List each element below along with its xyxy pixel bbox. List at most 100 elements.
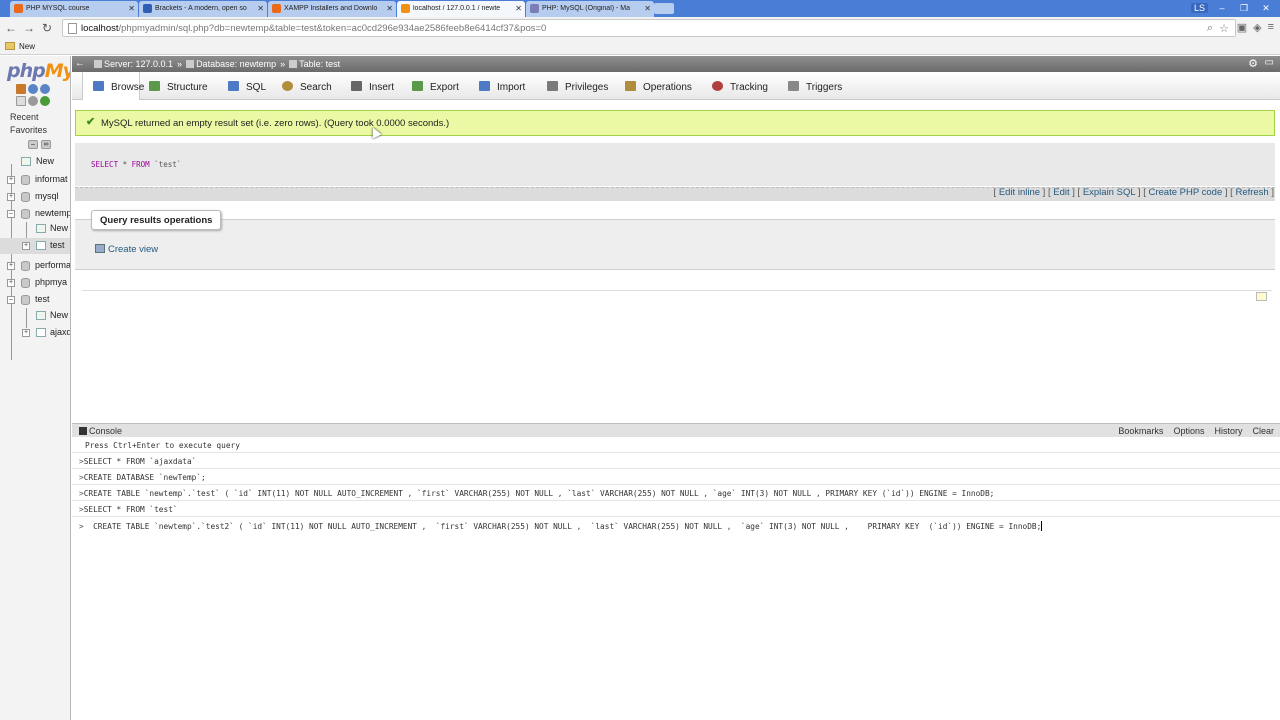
console-input-text[interactable]: CREATE TABLE `newtemp`.`test2` ( `id` IN… (84, 522, 1041, 531)
recent-tables-link[interactable]: Recent (10, 112, 39, 122)
tree-item-newtemp[interactable]: – newtemp (0, 206, 70, 222)
console-options-button[interactable]: Options (1173, 426, 1204, 436)
restore-icon[interactable]: ❐ (1236, 3, 1252, 14)
edit-inline-link[interactable]: Edit inline (999, 187, 1040, 198)
close-tab-icon[interactable]: ✕ (386, 4, 393, 13)
create-view-label: Create view (108, 244, 159, 255)
breadcrumb-table[interactable]: Table: test (289, 59, 340, 69)
forward-arrow-icon[interactable]: → (22, 21, 36, 35)
fullscreen-icon[interactable]: ▭ (1265, 57, 1274, 68)
expand-icon[interactable]: + (7, 193, 15, 201)
bracket: ] [ (1137, 187, 1146, 198)
collapse-all-icon[interactable]: – (28, 140, 38, 149)
breadcrumb-server[interactable]: Server: 127.0.0.1 (94, 59, 173, 69)
docs-icon[interactable] (16, 96, 26, 106)
expand-icon[interactable]: + (7, 279, 15, 287)
gear-icon[interactable]: ⚙ (1248, 57, 1258, 70)
console-bar[interactable]: Console Bookmarks Options History Clear (72, 423, 1280, 437)
expand-icon[interactable]: + (7, 176, 15, 184)
expand-icon[interactable]: + (22, 242, 30, 250)
console-input-line[interactable]: > CREATE TABLE `newtemp`.`test2` ( `id` … (72, 517, 1280, 533)
profile-button[interactable]: LS (1190, 3, 1208, 13)
tab-operations[interactable]: Operations (625, 72, 705, 100)
close-tab-icon[interactable]: ✕ (515, 4, 522, 13)
collapse-icon[interactable]: – (7, 296, 15, 304)
tab-triggers[interactable]: Triggers (788, 72, 858, 100)
checkmark-icon: ✔ (86, 116, 96, 128)
reload-nav-icon[interactable] (40, 96, 50, 106)
logout-icon[interactable] (28, 84, 38, 94)
minimize-icon[interactable]: – (1214, 3, 1230, 13)
breadcrumb-database[interactable]: Database: newtemp (186, 59, 276, 69)
tab-search[interactable]: Search (282, 72, 342, 100)
tab-export[interactable]: Export (412, 72, 472, 100)
console-history-button[interactable]: History (1214, 426, 1242, 436)
browser-tab[interactable]: PHP MYSQL course ✕ (10, 1, 138, 17)
create-php-code-link[interactable]: Create PHP code (1148, 187, 1222, 198)
new-tab-button[interactable] (654, 3, 674, 14)
link-with-main-icon[interactable]: ∞ (41, 140, 51, 149)
browser-tab-active[interactable]: localhost / 127.0.0.1 / newte ✕ (397, 1, 525, 17)
address-bar[interactable]: localhost/phpmyadmin/sql.php?db=newtemp&… (62, 19, 1236, 37)
tab-import[interactable]: Import (479, 72, 539, 100)
bookmark-folder-new[interactable]: New (19, 42, 35, 51)
tab-structure[interactable]: Structure (149, 72, 219, 100)
settings-icon[interactable] (28, 96, 38, 106)
home-icon[interactable] (16, 84, 26, 94)
console-history-line[interactable]: >CREATE DATABASE `newTemp`; (72, 469, 1280, 485)
database-icon (21, 295, 30, 305)
console-clear-button[interactable]: Clear (1252, 426, 1274, 436)
refresh-link[interactable]: Refresh (1235, 187, 1268, 198)
sql-keyword: SELECT (91, 160, 119, 169)
view-icon (95, 244, 105, 253)
close-tab-icon[interactable]: ✕ (644, 4, 651, 13)
create-view-link[interactable]: Create view (95, 244, 158, 255)
console-query-text: SELECT * FROM `ajaxdata` (83, 457, 197, 466)
tree-item-test-table[interactable]: + test (0, 238, 70, 254)
console-title[interactable]: Console (89, 426, 122, 436)
tree-item-new-table[interactable]: New (0, 308, 70, 324)
help-icon[interactable] (40, 84, 50, 94)
tree-item-performance-schema[interactable]: + performa (0, 258, 70, 274)
zoom-search-icon[interactable]: ⌕ (1207, 22, 1213, 35)
edit-link[interactable]: Edit (1053, 187, 1069, 198)
explain-sql-link[interactable]: Explain SQL (1083, 187, 1135, 198)
extension-icon[interactable]: ◈ (1253, 21, 1261, 34)
back-arrow-icon[interactable]: ← (4, 21, 18, 35)
expand-icon[interactable]: + (22, 329, 30, 337)
extension-icon[interactable]: ▣ (1237, 21, 1247, 34)
close-window-icon[interactable]: ✕ (1258, 3, 1274, 14)
console-history-line[interactable]: >SELECT * FROM `ajaxdata` (72, 453, 1280, 469)
phpmyadmin-logo[interactable]: phpMy (7, 60, 70, 82)
console-options: Bookmarks Options History Clear (1118, 426, 1274, 436)
tree-item-phpmyadmin[interactable]: + phpmya (0, 275, 70, 291)
tree-item-mysql[interactable]: + mysql (0, 189, 70, 205)
close-tab-icon[interactable]: ✕ (128, 4, 135, 13)
tab-browse[interactable]: Browse (82, 72, 144, 100)
collapse-nav-arrow-icon[interactable]: ← (75, 58, 85, 69)
console-bookmarks-button[interactable]: Bookmarks (1118, 426, 1163, 436)
tab-tracking[interactable]: Tracking (712, 72, 782, 100)
tree-item-new-table[interactable]: New (0, 221, 70, 237)
tab-sql[interactable]: SQL (228, 72, 273, 100)
favorite-tables-link[interactable]: Favorites (10, 125, 47, 135)
chrome-menu-icon[interactable]: ≡ (1268, 21, 1274, 34)
tab-privileges[interactable]: Privileges (547, 72, 619, 100)
tree-item-ajaxdata-table[interactable]: + ajaxd (0, 325, 70, 341)
collapse-icon[interactable]: – (7, 210, 15, 218)
close-tab-icon[interactable]: ✕ (257, 4, 264, 13)
structure-icon (149, 81, 160, 91)
bookmark-star-icon[interactable]: ☆ (1219, 22, 1229, 35)
tree-item-new[interactable]: New (0, 154, 70, 170)
reload-icon[interactable]: ↻ (40, 21, 54, 35)
tree-item-test-db[interactable]: – test (0, 292, 70, 308)
browser-tab[interactable]: XAMPP Installers and Downlo ✕ (268, 1, 396, 17)
expand-icon[interactable]: + (7, 262, 15, 270)
tree-item-information-schema[interactable]: + informat (0, 172, 70, 188)
console-history-line[interactable]: >CREATE TABLE `newtemp`.`test` ( `id` IN… (72, 485, 1280, 501)
tab-insert[interactable]: Insert (351, 72, 411, 100)
browser-tab[interactable]: PHP: MySQL (Original) - Ma ✕ (526, 1, 654, 17)
notepad-icon[interactable] (1256, 292, 1267, 301)
browser-tab[interactable]: Brackets - A modern, open so ✕ (139, 1, 267, 17)
console-history-line[interactable]: >SELECT * FROM `test` (72, 501, 1280, 517)
